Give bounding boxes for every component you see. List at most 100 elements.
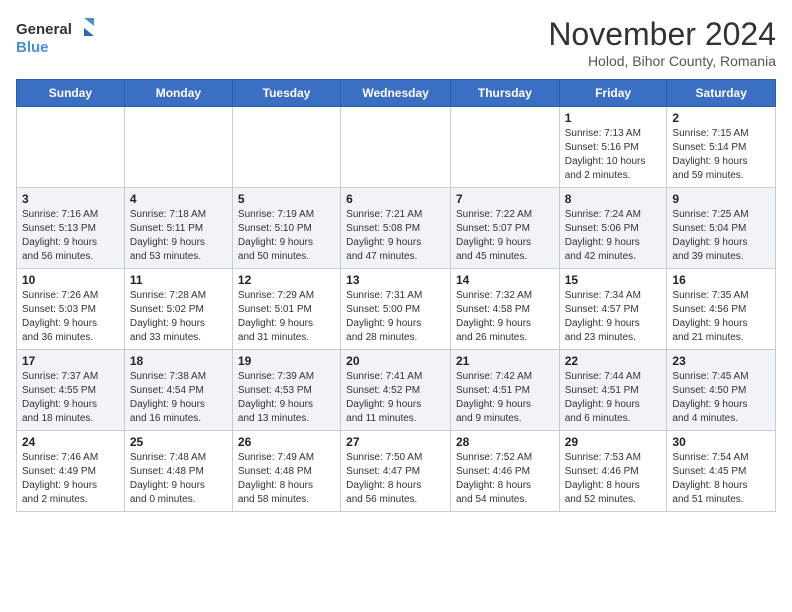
calendar-cell: 19 Sunrise: 7:39 AM Sunset: 4:53 PM Dayli… [232,350,340,431]
day-info: Sunrise: 7:48 AM Sunset: 4:48 PM Dayligh… [130,451,227,507]
day-number: 23 [672,354,770,368]
day-info: Sunrise: 7:18 AM Sunset: 5:11 PM Dayligh… [130,208,227,264]
day-number: 3 [22,192,119,206]
day-number: 6 [346,192,445,206]
day-number: 8 [565,192,662,206]
calendar-cell: 15Sunrise: 7:34 AM Sunset: 4:57 PM Dayli… [559,269,667,350]
day-number: 14 [456,273,554,287]
day-number: 28 [456,435,554,449]
calendar-cell: 20 Sunrise: 7:41 AM Sunset: 4:52 PM Dayli… [341,350,451,431]
day-info: Sunrise: 7:32 AM Sunset: 4:58 PM Dayligh… [456,289,554,345]
calendar-table: SundayMondayTuesdayWednesdayThursdayFrid… [16,79,776,512]
svg-text:Blue: Blue [16,39,49,56]
calendar-cell: 22 Sunrise: 7:44 AM Sunset: 4:51 PM Dayli… [559,350,667,431]
day-number: 4 [130,192,227,206]
calendar-cell: 18Sunrise: 7:38 AM Sunset: 4:54 PM Dayli… [124,350,232,431]
day-info: Sunrise: 7:31 AM Sunset: 5:00 PM Dayligh… [346,289,445,345]
weekday-header-saturday: Saturday [667,80,776,107]
day-number: 24 [22,435,119,449]
day-info: Sunrise: 7:49 AM Sunset: 4:48 PM Dayligh… [238,451,335,507]
weekday-header-friday: Friday [559,80,667,107]
day-info: Sunrise: 7:19 AM Sunset: 5:10 PM Dayligh… [238,208,335,264]
day-info: Sunrise: 7:45 AM Sunset: 4:50 PM Dayligh… [672,370,770,426]
week-row-3: 10Sunrise: 7:26 AM Sunset: 5:03 PM Dayli… [17,269,776,350]
day-info: Sunrise: 7:42 AM Sunset: 4:51 PM Dayligh… [456,370,554,426]
weekday-header-row: SundayMondayTuesdayWednesdayThursdayFrid… [17,80,776,107]
calendar-cell [17,107,125,188]
calendar-cell: 14 Sunrise: 7:32 AM Sunset: 4:58 PM Dayli… [450,269,559,350]
day-info: Sunrise: 7:37 AM Sunset: 4:55 PM Dayligh… [22,370,119,426]
day-info: Sunrise: 7:39 AM Sunset: 4:53 PM Dayligh… [238,370,335,426]
logo: General Blue [16,16,96,60]
calendar-cell: 6Sunrise: 7:21 AM Sunset: 5:08 PM Daylig… [341,188,451,269]
day-info: Sunrise: 7:25 AM Sunset: 5:04 PM Dayligh… [672,208,770,264]
day-info: Sunrise: 7:22 AM Sunset: 5:07 PM Dayligh… [456,208,554,264]
week-row-5: 24 Sunrise: 7:46 AM Sunset: 4:49 PM Dayli… [17,431,776,512]
day-number: 26 [238,435,335,449]
calendar-cell: 9 Sunrise: 7:25 AM Sunset: 5:04 PM Daylig… [667,188,776,269]
day-info: Sunrise: 7:15 AM Sunset: 5:14 PM Dayligh… [672,127,770,183]
day-number: 2 [672,111,770,125]
weekday-header-monday: Monday [124,80,232,107]
calendar-cell [450,107,559,188]
calendar-cell: 12 Sunrise: 7:29 AM Sunset: 5:01 PM Dayli… [232,269,340,350]
day-info: Sunrise: 7:50 AM Sunset: 4:47 PM Dayligh… [346,451,445,507]
day-info: Sunrise: 7:54 AM Sunset: 4:45 PM Dayligh… [672,451,770,507]
day-number: 17 [22,354,119,368]
calendar-cell: 2 Sunrise: 7:15 AM Sunset: 5:14 PM Daylig… [667,107,776,188]
calendar-cell: 17 Sunrise: 7:37 AM Sunset: 4:55 PM Dayli… [17,350,125,431]
day-number: 22 [565,354,662,368]
weekday-header-wednesday: Wednesday [341,80,451,107]
day-number: 30 [672,435,770,449]
calendar-cell: 29 Sunrise: 7:53 AM Sunset: 4:46 PM Dayli… [559,431,667,512]
day-number: 12 [238,273,335,287]
calendar-cell [232,107,340,188]
calendar-cell [341,107,451,188]
day-info: Sunrise: 7:24 AM Sunset: 5:06 PM Dayligh… [565,208,662,264]
calendar-cell: 13 Sunrise: 7:31 AM Sunset: 5:00 PM Dayli… [341,269,451,350]
day-number: 16 [672,273,770,287]
weekday-header-thursday: Thursday [450,80,559,107]
day-number: 29 [565,435,662,449]
day-number: 13 [346,273,445,287]
day-number: 20 [346,354,445,368]
calendar-cell: 30 Sunrise: 7:54 AM Sunset: 4:45 PM Dayli… [667,431,776,512]
day-number: 7 [456,192,554,206]
calendar-cell: 16 Sunrise: 7:35 AM Sunset: 4:56 PM Dayli… [667,269,776,350]
day-info: Sunrise: 7:26 AM Sunset: 5:03 PM Dayligh… [22,289,119,345]
day-info: Sunrise: 7:13 AM Sunset: 5:16 PM Dayligh… [565,127,662,183]
day-number: 9 [672,192,770,206]
weekday-header-tuesday: Tuesday [232,80,340,107]
day-info: Sunrise: 7:52 AM Sunset: 4:46 PM Dayligh… [456,451,554,507]
calendar-cell: 3 Sunrise: 7:16 AM Sunset: 5:13 PM Daylig… [17,188,125,269]
location-title: Holod, Bihor County, Romania [548,53,776,69]
calendar-cell: 26 Sunrise: 7:49 AM Sunset: 4:48 PM Dayli… [232,431,340,512]
day-info: Sunrise: 7:16 AM Sunset: 5:13 PM Dayligh… [22,208,119,264]
day-info: Sunrise: 7:44 AM Sunset: 4:51 PM Dayligh… [565,370,662,426]
calendar-cell: 11 Sunrise: 7:28 AM Sunset: 5:02 PM Dayli… [124,269,232,350]
day-number: 19 [238,354,335,368]
svg-text:General: General [16,21,72,38]
calendar-cell: 5Sunrise: 7:19 AM Sunset: 5:10 PM Daylig… [232,188,340,269]
calendar-cell: 1 Sunrise: 7:13 AM Sunset: 5:16 PM Daylig… [559,107,667,188]
day-info: Sunrise: 7:29 AM Sunset: 5:01 PM Dayligh… [238,289,335,345]
day-info: Sunrise: 7:28 AM Sunset: 5:02 PM Dayligh… [130,289,227,345]
week-row-1: 1 Sunrise: 7:13 AM Sunset: 5:16 PM Daylig… [17,107,776,188]
week-row-4: 17 Sunrise: 7:37 AM Sunset: 4:55 PM Dayli… [17,350,776,431]
day-info: Sunrise: 7:46 AM Sunset: 4:49 PM Dayligh… [22,451,119,507]
day-info: Sunrise: 7:41 AM Sunset: 4:52 PM Dayligh… [346,370,445,426]
day-number: 1 [565,111,662,125]
day-info: Sunrise: 7:53 AM Sunset: 4:46 PM Dayligh… [565,451,662,507]
day-number: 11 [130,273,227,287]
calendar-cell: 25 Sunrise: 7:48 AM Sunset: 4:48 PM Dayli… [124,431,232,512]
calendar-cell: 27Sunrise: 7:50 AM Sunset: 4:47 PM Dayli… [341,431,451,512]
day-number: 15 [565,273,662,287]
day-info: Sunrise: 7:35 AM Sunset: 4:56 PM Dayligh… [672,289,770,345]
day-number: 25 [130,435,227,449]
calendar-cell: 10Sunrise: 7:26 AM Sunset: 5:03 PM Dayli… [17,269,125,350]
calendar-cell: 8 Sunrise: 7:24 AM Sunset: 5:06 PM Daylig… [559,188,667,269]
calendar-cell: 23 Sunrise: 7:45 AM Sunset: 4:50 PM Dayli… [667,350,776,431]
week-row-2: 3 Sunrise: 7:16 AM Sunset: 5:13 PM Daylig… [17,188,776,269]
weekday-header-sunday: Sunday [17,80,125,107]
calendar-cell: 4 Sunrise: 7:18 AM Sunset: 5:11 PM Daylig… [124,188,232,269]
